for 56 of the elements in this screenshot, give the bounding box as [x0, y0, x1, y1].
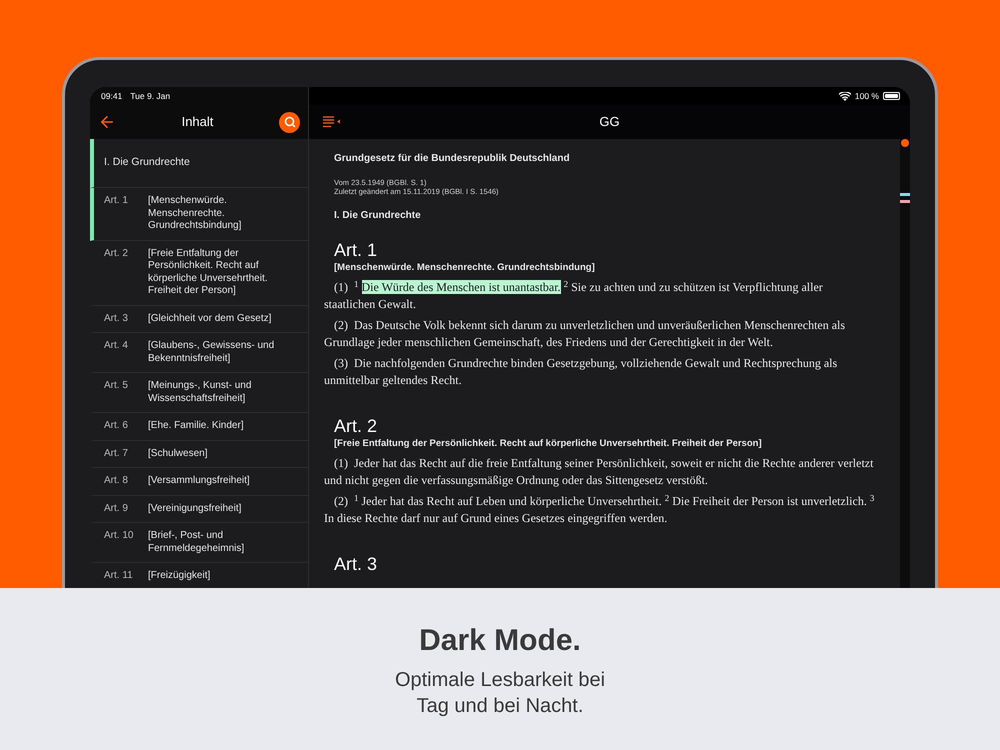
article-title: [Gleichheit vor dem Gesetz] — [148, 312, 272, 325]
article-title: [Schulwesen] — [148, 448, 208, 460]
sidebar-item[interactable]: Art. 6 [Ehe. Familie. Kinder] — [90, 413, 308, 440]
sidebar-item[interactable]: Art. 4 [Glaubens-, Gewissens- und Bekenntnisfreiheit] — [90, 333, 308, 373]
paragraph: (1) Jeder hat das Recht auf die freie Entfaltung seiner Persönlichkeit, soweit er nicht die Rechte anderer verletzt und nicht gegen die verfassungsmäßige Ordnung oder das Sittengesetz verstößt. — [324, 455, 874, 489]
paragraph: (2) $^{1}$ Jeder hat das Recht auf Leben und körperliche Unversehrtheit. $^{2}$ Die Freiheit der Person ist unverletzlich. $^{3}$ In diese Rechte darf nur auf Grund eines Gesetzes eingegriffen werden. — [324, 493, 876, 527]
section-heading: I. Die Grundrechte — [333, 209, 422, 223]
search-button[interactable] — [279, 112, 300, 132]
battery-icon — [883, 92, 900, 100]
article-number: Art. 8 — [103, 475, 129, 488]
caption-title: Dark Mode. — [419, 623, 581, 659]
article-number: Art. 11 — [103, 570, 134, 582]
article-title: [Brief-, Post- und Fernmeldegeheimnis] — [148, 530, 246, 555]
article-heading: Art. 2 — [333, 415, 378, 437]
section-label: I. Die Grundrechte — [104, 155, 190, 170]
wifi-icon — [838, 92, 851, 100]
article-subtitle: [Freie Entfaltung der Persönlichkeit. Recht auf körperliche Unversehrtheit. Freiheit der Person] — [333, 437, 763, 451]
sidebar-item[interactable]: Art. 5 [Meinungs-, Kunst- und Wissenschaftsfreiheit] — [90, 373, 308, 413]
law-title: Grundgesetz für die Bundesrepublik Deutschland — [333, 152, 571, 166]
battery-percent: 100 % — [854, 90, 879, 102]
sidebar-item[interactable]: Art. 8 [Versammlungsfreiheit] — [90, 468, 308, 496]
article-number: Art. 2 — [103, 248, 129, 260]
article-number: Art. 9 — [103, 502, 129, 515]
sidebar-item[interactable]: Art. 2 [Freie Entfaltung der Persönlichkeit. Recht auf körperliche Unversehrtheit. Freiheit der Person] — [90, 240, 308, 306]
paragraph: (2) Das Deutsche Volk bekennt sich darum zu unverletzlichen und unveräußerlichen Menschenrechten als Grundlage jeder menschlichen Gemeinschaft, des Friedens und der Gerechtigkeit in der Welt. — [324, 317, 846, 351]
article-title: [Freie Entfaltung der Persönlichkeit. Recht auf körperliche Unversehrtheit. Freiheit der Person] — [148, 248, 268, 298]
sidebar-item[interactable]: Art. 3 [Gleichheit vor dem Gesetz] — [90, 306, 308, 333]
article-title: [Freizügigkeit] — [148, 570, 210, 582]
article-number: Art. 6 — [103, 420, 129, 432]
article-number: Art. 7 — [103, 448, 129, 460]
article-title: [Vereinigungsfreiheit] — [148, 502, 242, 515]
article-subtitle: [Menschenwürde. Menschenrechte. Grundrechtsbindung] — [333, 261, 596, 275]
article-title: [Glaubens-, Gewissens- und Bekenntnisfreiheit] — [148, 340, 276, 365]
sidebar-item[interactable]: Art. 9 [Vereinigungsfreiheit] — [90, 496, 308, 523]
search-icon — [284, 116, 296, 128]
article-heading: Art. 3 — [333, 553, 378, 575]
sidebar-item[interactable]: Art. 10 [Brief-, Post- und Fernmeldegeheimnis] — [90, 523, 308, 563]
article-number: Art. 1 — [103, 195, 129, 208]
document-title: GG — [598, 113, 621, 132]
caption-subtitle: Optimale Lesbarkeit bei Tag und bei Nacht. — [394, 668, 606, 719]
article-heading: Art. 1 — [333, 239, 378, 261]
article-title: [Ehe. Familie. Kinder] — [148, 420, 244, 432]
article-title: [Meinungs-, Kunst- und Wissenschaftsfreiheit] — [148, 380, 252, 405]
article-number: Art. 3 — [103, 312, 129, 325]
sidebar-item[interactable]: Art. 7 [Schulwesen] — [90, 440, 308, 468]
article-number: Art. 5 — [103, 380, 129, 393]
article-title: [Menschenwürde. Menschenrechte. Grundrechtsbindung] — [148, 195, 242, 232]
paragraph: (3) Die nachfolgenden Grundrechte binden Gesetzgebung, vollziehende Gewalt und Rechtsprechung als unmittelbar geltendes Recht. — [324, 355, 838, 389]
sidebar-title: Inhalt — [182, 113, 214, 132]
article-number: Art. 4 — [103, 340, 129, 353]
status-time: 09:41 — [101, 90, 122, 102]
paragraph: (1) $^{1}$ Die Würde des Menschen ist unantastbar. $^{2}$ Sie zu achten und zu schützen ist Verpflichtung aller staatlichen Gewalt. — [324, 279, 824, 313]
article-number: Art. 10 — [103, 530, 134, 543]
status-date: Tue 9. Jan — [130, 90, 170, 102]
back-button[interactable] — [98, 113, 116, 131]
article-title: [Versammlungsfreiheit] — [148, 475, 250, 488]
